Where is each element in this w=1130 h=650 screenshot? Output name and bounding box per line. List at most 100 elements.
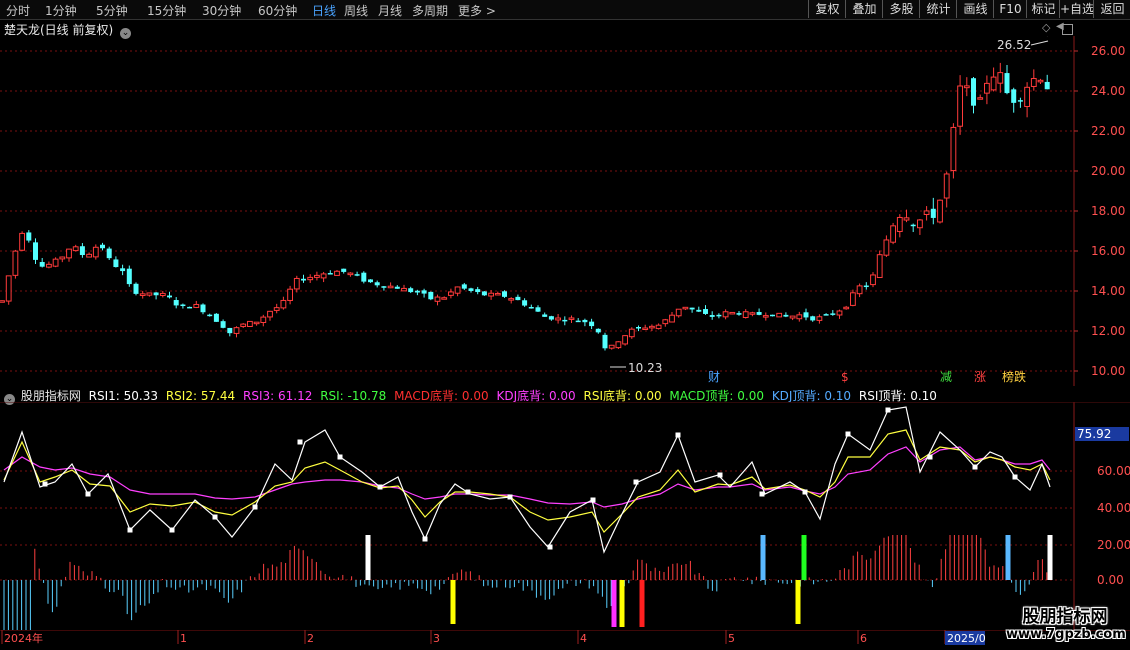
candle-body [260,316,267,324]
candle-body [12,250,19,276]
candle-body [749,312,756,315]
timeframe-tab-30min[interactable]: 30分钟 [202,2,241,19]
candle-body [508,298,515,301]
indicator-value-macd-bottom: MACD底背: 0.00 [394,389,489,403]
timeframe-tab-60min[interactable]: 60分钟 [258,2,297,19]
candle-body [159,292,166,296]
candle-body [535,307,541,312]
candle-body [542,314,548,317]
candle-body [220,321,226,328]
time-label: 1 [180,632,187,645]
timeframe-tab-weekly[interactable]: 周线 [344,2,368,19]
candle-body [475,289,481,293]
candle-body [441,297,448,300]
timeframe-tab-15min[interactable]: 15分钟 [147,2,186,19]
candle-body [428,291,434,300]
overlay-button[interactable]: 叠加 [845,0,883,18]
candle-body [883,239,890,256]
candle-body [836,310,843,316]
candle-body [890,225,897,243]
candle-body [368,279,373,283]
timeframe-tab-intraday[interactable]: 分时 [6,2,30,19]
timeframe-tab-more[interactable]: 更多 > [458,2,496,19]
multi-stock-button[interactable]: 多股 [882,0,920,18]
candle-body [548,316,554,320]
candle-body [756,312,762,315]
candle-body [5,275,12,302]
panel-toggle-icon[interactable] [1062,24,1073,35]
candle-body [589,321,595,327]
candle-body [247,320,253,327]
timeframe-tab-1min[interactable]: 1分钟 [45,2,77,19]
candle-body [709,315,715,317]
candle-body [200,304,206,313]
signal-marker [759,491,765,497]
candle-body [314,274,320,278]
timeframe-tab-5min[interactable]: 5分钟 [96,2,128,19]
back-button[interactable]: 返回 [1093,0,1130,18]
candle-body [320,273,327,279]
candle-body [1017,100,1023,102]
candle-body [870,274,876,286]
timeframe-tab-multi[interactable]: 多周期 [412,2,448,19]
candle-body [682,306,689,310]
fuquan-button[interactable]: 复权 [808,0,846,18]
timeframe-tab-daily[interactable]: 日线 [312,2,336,19]
time-label: 4 [580,632,587,645]
signal-marker [1012,474,1018,480]
candle-body [468,288,474,291]
candle-body [361,272,367,282]
candle-body [293,277,300,290]
f10-button[interactable]: F10 [993,0,1027,18]
candle-body [810,316,816,321]
price-tick-label: 16.00 [1091,244,1125,258]
signal-marker [717,472,723,478]
statistics-button[interactable]: 统计 [919,0,957,18]
candle-body [307,276,314,281]
candle-body [448,291,454,296]
candle-body [421,290,427,294]
candle-body [1044,81,1050,90]
signal-marker [507,494,513,500]
watermark: 股朋指标网 www.7gpzb.com [1006,602,1126,642]
candle-body [662,319,669,325]
candle-body [568,317,575,320]
candle-body [776,312,783,318]
signal-marker [802,489,808,495]
candle-body [816,316,823,321]
candle-body [46,263,52,268]
signal-marker [212,514,218,520]
candle-body [488,292,495,297]
candle-body [408,288,414,293]
time-label: 2024年 [4,631,43,645]
event-marker-3: 涨 [974,369,986,384]
candle-body [347,272,354,276]
indicator-tick-label: 0.00 [1097,573,1124,587]
signal-marker [422,536,428,542]
event-marker-4: 榜跌 [1002,369,1026,384]
candle-body [950,126,957,172]
candle-body [0,300,5,303]
candle-body [187,306,193,309]
candle-body [722,311,729,318]
candle-body [937,199,943,223]
signal-bar [611,580,617,627]
candle-body [622,335,629,345]
candle-body [830,313,836,315]
draw-line-button[interactable]: 画线 [956,0,994,18]
candle-body [26,232,32,241]
candle-body [327,273,333,275]
candle-body [59,256,66,260]
candlestick-chart[interactable]: 26.00 24.00 22.00 20.00 18.00 16.00 14.00 12.00… [0,36,1130,386]
candle-body [72,246,79,252]
add-watchlist-button[interactable]: +自选 [1059,0,1094,18]
watermark-url: www.7gpzb.com [1006,627,1126,642]
mark-button[interactable]: 标记 [1026,0,1060,18]
indicator-chart[interactable]: 60.00 40.00 20.00 0.00 75.92 [0,402,1130,630]
signal-bar [760,535,766,580]
indicator-tick-label: 40.00 [1097,501,1130,515]
candle-body [716,314,722,317]
diamond-icon[interactable]: ◇ [1042,21,1050,34]
candle-body [52,258,59,267]
timeframe-tab-monthly[interactable]: 月线 [378,2,402,19]
